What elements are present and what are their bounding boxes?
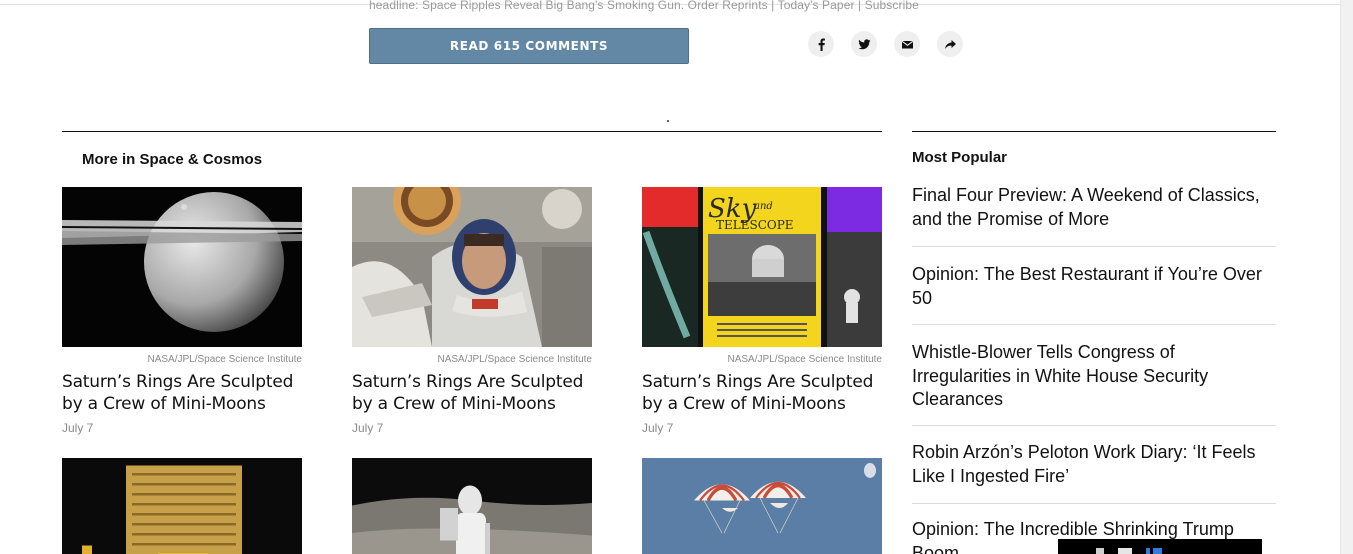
share-icon (944, 39, 956, 49)
most-popular-item[interactable]: Opinion: The Best Restaurant if You’re O… (912, 247, 1276, 325)
most-popular-link[interactable]: Whistle-Blower Tells Congress of Irregul… (912, 341, 1276, 412)
most-popular-list: Final Four Preview: A Weekend of Classic… (912, 184, 1276, 554)
overlay-block (1153, 548, 1162, 554)
story-date: July 7 (352, 421, 384, 435)
more-share-button[interactable] (937, 31, 963, 57)
twitter-share-button[interactable] (851, 31, 877, 57)
story-headline[interactable]: Saturn’s Rings Are Sculpted by a Crew of… (642, 371, 882, 415)
story-card[interactable]: NASA/JPL/Space Science Institute Saturn’… (352, 187, 592, 435)
story-card[interactable]: NASA/JPL/Space Science Institute Saturn’… (62, 187, 302, 435)
read-comments-button[interactable]: READ 615 COMMENTS (369, 28, 689, 64)
twitter-icon (858, 38, 870, 49)
most-popular-link[interactable]: Robin Arzón’s Peloton Work Diary: ‘It Fe… (912, 441, 1276, 488)
story-headline[interactable]: Saturn’s Rings Are Sculpted by a Crew of… (352, 371, 592, 415)
masthead-and: and (754, 201, 773, 212)
most-popular-title: Most Popular (912, 149, 1008, 166)
most-popular-item[interactable]: Final Four Preview: A Weekend of Classic… (912, 184, 1276, 247)
overlay-block (1096, 548, 1104, 554)
overlay-block (1118, 548, 1132, 554)
share-tools (808, 31, 963, 57)
email-icon (901, 40, 913, 48)
more-section-title: More in Space & Cosmos (82, 151, 263, 168)
parachutes-image[interactable] (642, 458, 882, 554)
sidebar-divider (912, 131, 1276, 132)
astronaut-image[interactable] (352, 187, 592, 347)
email-share-button[interactable] (894, 31, 920, 57)
photo-credit: NASA/JPL/Space Science Institute (727, 354, 882, 365)
story-headline[interactable]: Saturn’s Rings Are Sculpted by a Crew of… (62, 371, 302, 415)
spacecraft-image[interactable] (62, 458, 302, 554)
article-reprint-line: headline: Space Ripples Reveal Big Bang'… (369, 0, 919, 12)
story-card[interactable]: Sky and TELESCOPE NASA/JPL/Space Science… (642, 187, 882, 435)
saturn-image[interactable] (62, 187, 302, 347)
most-popular-link[interactable]: Opinion: The Best Restaurant if You’re O… (912, 263, 1276, 310)
photo-credit: NASA/JPL/Space Science Institute (147, 354, 302, 365)
overlay-block (1146, 548, 1150, 554)
most-popular-item[interactable]: Whistle-Blower Tells Congress of Irregul… (912, 325, 1276, 426)
photo-credit: NASA/JPL/Space Science Institute (437, 354, 592, 365)
most-popular-item[interactable]: Robin Arzón’s Peloton Work Diary: ‘It Fe… (912, 426, 1276, 504)
decorative-dot (667, 120, 669, 122)
facebook-share-button[interactable] (808, 31, 834, 57)
section-divider (62, 131, 882, 132)
most-popular-link[interactable]: Final Four Preview: A Weekend of Classic… (912, 184, 1276, 231)
magazine-covers-image[interactable]: Sky and TELESCOPE (642, 187, 882, 347)
masthead-telescope: TELESCOPE (716, 218, 794, 232)
facebook-icon (818, 38, 825, 51)
page-scrollbar[interactable] (1340, 0, 1353, 554)
story-date: July 7 (62, 421, 94, 435)
moonwalk-image[interactable] (352, 458, 592, 554)
story-date: July 7 (642, 421, 674, 435)
